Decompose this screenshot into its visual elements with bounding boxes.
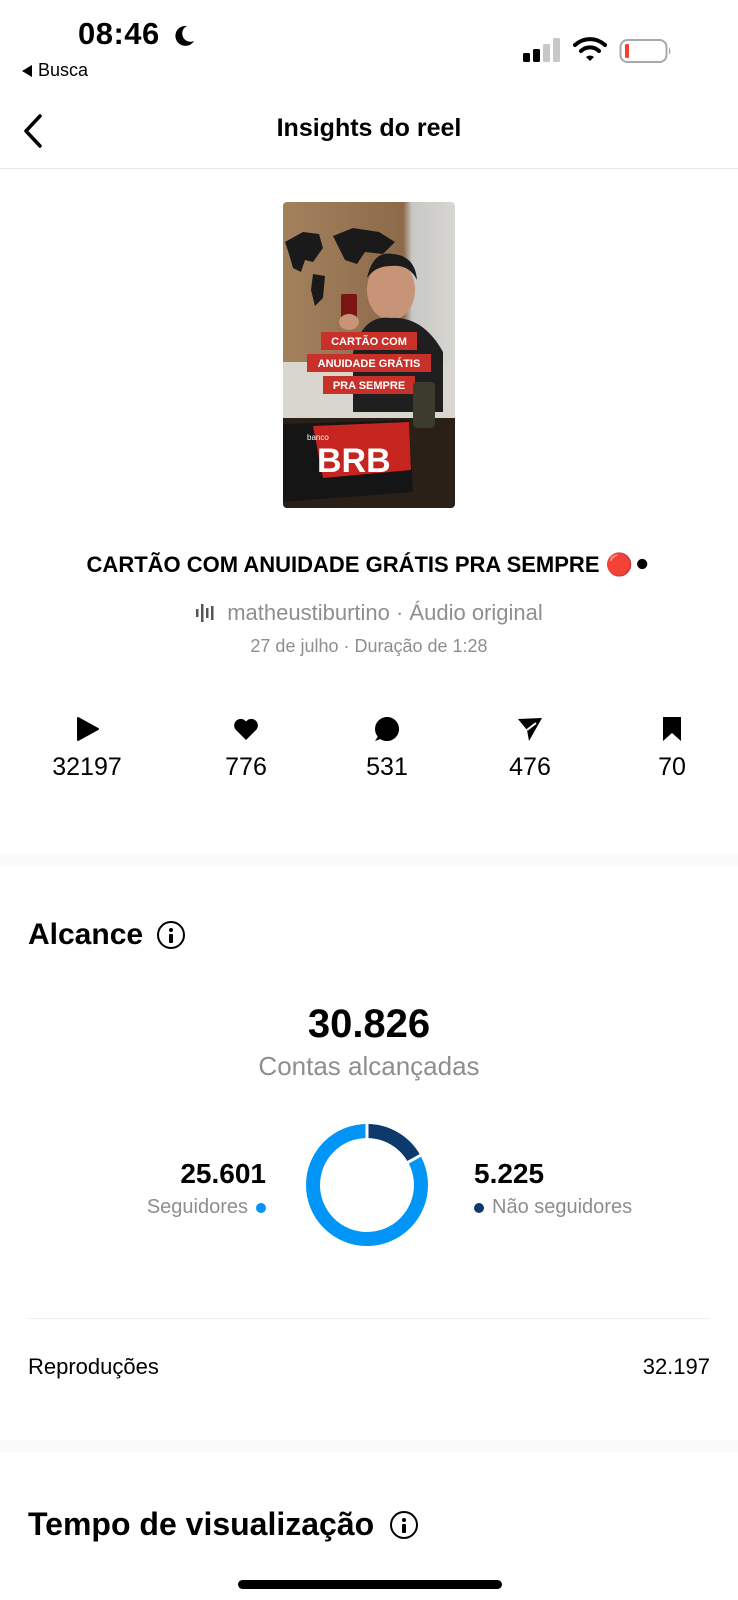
plays-count: 32197 (52, 753, 122, 781)
audio-wave-icon (196, 604, 214, 622)
thumbnail-banner-text: BRB (317, 442, 391, 480)
thumbnail-image: CARTÃO COM ANUIDADE GRÁTIS PRA SEMPRE ba… (283, 202, 455, 508)
followers-block: 25.601 Seguidores (147, 1158, 266, 1219)
reel-meta: 27 de julho · Duração de 1:28 (250, 636, 488, 656)
thumbnail-overlay-line-1: CARTÃO COM (331, 335, 407, 348)
heart-icon (234, 718, 258, 740)
saves-count: 70 (658, 753, 686, 781)
reach-title: Alcance (28, 918, 144, 951)
info-icon[interactable] (390, 1510, 419, 1539)
reach-section-title: Alcance (28, 918, 186, 952)
nonfollowers-label: Não seguidores (492, 1196, 633, 1218)
bookmark-icon (663, 717, 681, 741)
reach-divider (28, 1318, 710, 1319)
header-divider (0, 168, 738, 169)
reach-caption: Contas alcançadas (258, 1051, 480, 1081)
followers-legend: Seguidores (147, 1196, 266, 1219)
audio-label: matheustiburtino · Áudio original (227, 600, 543, 625)
plays-row-label: Reproduções (28, 1354, 159, 1379)
status-time: 08:46 (78, 16, 160, 51)
reel-title: CARTÃO COM ANUIDADE GRÁTIS PRA SEMPRE 🔴⚫ (86, 552, 652, 577)
likes-count: 776 (225, 753, 267, 781)
back-to-app-link[interactable]: Busca (22, 60, 88, 81)
plays-row-value: 32.197 (642, 1354, 710, 1379)
back-app-label: Busca (38, 60, 89, 80)
shares-count: 476 (509, 753, 551, 781)
thumbnail-overlay-line-2: ANUIDADE GRÁTIS (318, 357, 421, 370)
send-icon (518, 718, 542, 741)
saves-stat: 70 (612, 715, 732, 782)
wifi-icon (573, 37, 607, 61)
nonfollowers-value: 5.225 (474, 1158, 545, 1189)
nonfollowers-block: 5.225 Não seguidores (474, 1158, 632, 1219)
battery-icon (619, 39, 671, 63)
followers-label: Seguidores (146, 1196, 248, 1218)
info-icon[interactable] (157, 921, 186, 949)
audio-row[interactable]: matheustiburtino · Áudio original (0, 600, 738, 626)
reel-thumbnail[interactable]: CARTÃO COM ANUIDADE GRÁTIS PRA SEMPRE ba… (283, 202, 455, 508)
comment-icon (375, 717, 399, 741)
nonfollowers-dot (474, 1202, 484, 1213)
nonfollowers-legend: Não seguidores (474, 1196, 632, 1219)
likes-stat: 776 (186, 715, 306, 782)
reach-total: 30.826 (307, 1002, 431, 1046)
thumbnail-banner-small: banco (307, 433, 329, 442)
moon-icon (175, 25, 194, 46)
shares-stat: 476 (470, 715, 590, 782)
back-triangle-icon (22, 64, 32, 77)
cellular-signal-icon (523, 38, 560, 62)
watch-time-title: Tempo de visualização (28, 1506, 375, 1542)
play-icon (77, 717, 99, 741)
home-indicator (238, 1580, 502, 1589)
plays-stat: 32197 (27, 715, 147, 782)
section-separator (0, 854, 738, 866)
watch-time-section-title: Tempo de visualização (28, 1506, 419, 1543)
comments-stat: 531 (327, 715, 447, 782)
followers-value: 25.601 (180, 1158, 266, 1189)
reach-donut-chart (306, 1122, 428, 1246)
section-separator (0, 1440, 738, 1452)
followers-dot (256, 1202, 266, 1213)
thumbnail-overlay-line-3: PRA SEMPRE (333, 380, 405, 392)
comments-count: 531 (366, 753, 408, 781)
page-title: Insights do reel (276, 114, 462, 142)
